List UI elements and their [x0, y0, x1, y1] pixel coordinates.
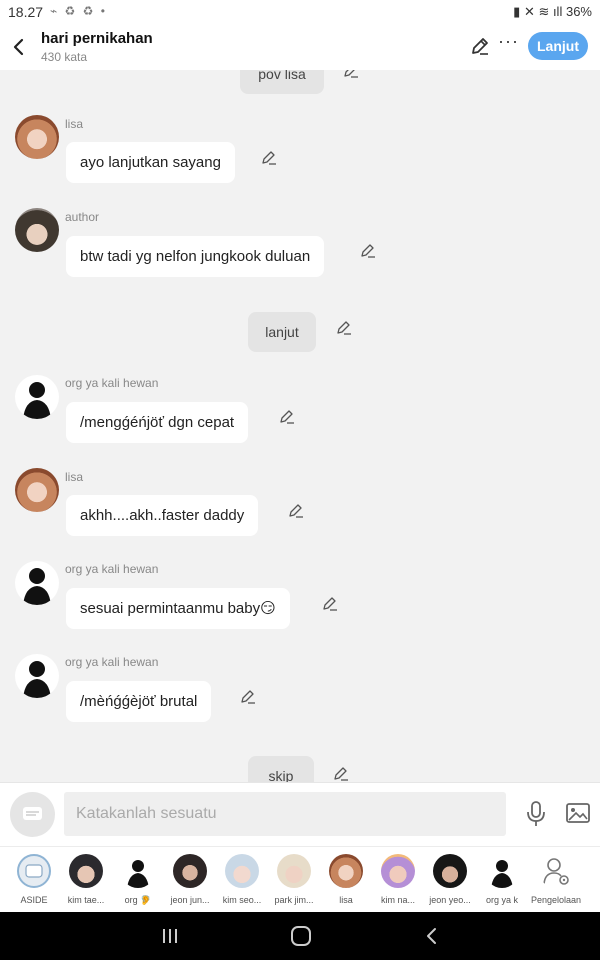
- character-item[interactable]: org ya k: [478, 853, 526, 911]
- message-input[interactable]: Katakanlah sesuatu: [64, 792, 506, 836]
- narration-bubble[interactable]: lanjut: [248, 312, 316, 352]
- message-bubble[interactable]: /mèńǵǵèjöť brutal: [66, 681, 212, 722]
- character-name: author: [65, 210, 100, 224]
- character-avatar: [69, 854, 103, 888]
- character-item[interactable]: kim seo...: [218, 853, 266, 911]
- character-name: lisa: [65, 117, 84, 131]
- character-item[interactable]: park jim...: [270, 853, 318, 911]
- android-navigation-bar: [0, 912, 600, 960]
- edit-message-icon[interactable]: [261, 149, 277, 165]
- edit-message-icon[interactable]: [288, 502, 304, 518]
- character-item[interactable]: org 🦻: [114, 853, 162, 911]
- character-avatar: [485, 854, 519, 888]
- avatar[interactable]: [15, 208, 59, 252]
- narration-bubble[interactable]: skip: [248, 756, 314, 782]
- back-nav-icon[interactable]: [424, 926, 440, 946]
- aside-icon: [17, 854, 51, 888]
- avatar[interactable]: [15, 115, 59, 159]
- avatar[interactable]: [15, 654, 59, 698]
- edit-message-icon[interactable]: [333, 765, 349, 781]
- story-title: hari pernikahan: [41, 30, 153, 47]
- edit-message-icon[interactable]: [279, 408, 295, 424]
- message-bubble[interactable]: btw tadi yg nelfon jungkook duluan: [66, 236, 325, 277]
- character-name: org ya kali hewan: [65, 655, 159, 669]
- character-item[interactable]: kim na...: [374, 853, 422, 911]
- character-item[interactable]: jeon yeo...: [426, 853, 474, 911]
- narration-bubble[interactable]: pov lisa: [240, 70, 324, 94]
- message-input-bar: Katakanlah sesuatu: [0, 782, 600, 846]
- status-time: 18.27: [8, 4, 44, 20]
- edit-message-icon[interactable]: [240, 688, 256, 704]
- continue-button[interactable]: Lanjut: [528, 32, 588, 60]
- message-bubble[interactable]: /mengǵéńjöť dgn cepat: [66, 402, 249, 443]
- character-name: lisa: [65, 470, 84, 484]
- character-avatar: [121, 854, 155, 888]
- message-text: btw tadi yg nelfon jungkook duluan: [80, 248, 311, 265]
- character-avatar: [433, 854, 467, 888]
- edit-message-icon[interactable]: [336, 319, 352, 335]
- edit-message-icon[interactable]: [360, 242, 376, 258]
- chat-area[interactable]: pov lisa lisa ayo lanjutkan sayang autho…: [0, 70, 600, 782]
- character-item[interactable]: lisa: [322, 853, 370, 911]
- home-icon[interactable]: [290, 925, 312, 947]
- character-avatar: [173, 854, 207, 888]
- message-text: ayo lanjutkan sayang: [80, 154, 221, 171]
- character-aside[interactable]: ASIDE: [10, 853, 58, 911]
- character-avatar: [277, 854, 311, 888]
- edit-pencil-icon[interactable]: [470, 36, 490, 56]
- image-icon[interactable]: [566, 802, 590, 824]
- character-item[interactable]: jeon jun...: [166, 853, 214, 911]
- edit-message-icon[interactable]: [322, 595, 338, 611]
- character-label: Pengelolaan: [530, 895, 582, 905]
- avatar[interactable]: [15, 468, 59, 512]
- message-text: akhh....akh..faster daddy: [80, 507, 245, 524]
- narration-text: lanjut: [265, 324, 299, 340]
- character-name: org ya kali hewan: [65, 562, 159, 576]
- recent-apps-icon[interactable]: [160, 926, 180, 946]
- narration-text: skip: [268, 768, 294, 782]
- battery-level: 36%: [565, 4, 592, 19]
- story-header: hari pernikahan 430 kata ··· Lanjut: [0, 26, 600, 70]
- message-bubble[interactable]: ayo lanjutkan sayang: [66, 142, 235, 183]
- word-count: 430 kata: [41, 50, 88, 64]
- message-bubble[interactable]: sesuai permintaanmu baby😏: [66, 588, 290, 629]
- user-settings-icon: [539, 854, 573, 888]
- message-text: sesuai permintaanmu baby😏: [80, 600, 276, 617]
- microphone-icon[interactable]: [524, 800, 548, 828]
- character-item[interactable]: kim tae...: [62, 853, 110, 911]
- aside-toggle-button[interactable]: [10, 792, 55, 837]
- message-text: /mengǵéńjöť dgn cepat: [80, 414, 235, 431]
- character-avatar: [329, 854, 363, 888]
- notification-icons: ⌁ ♻ ♻ •: [50, 4, 107, 18]
- character-name: org ya kali hewan: [65, 376, 159, 390]
- character-avatar: [225, 854, 259, 888]
- message-bubble[interactable]: akhh....akh..faster daddy: [66, 495, 259, 536]
- character-selector: ASIDE kim tae... org 🦻 jeon jun... kim s…: [0, 846, 600, 912]
- status-bar: 18.27 ⌁ ♻ ♻ • ▮ ✕ ≋ ıll 36%: [0, 0, 600, 26]
- narration-text: pov lisa: [258, 70, 306, 82]
- avatar[interactable]: [15, 375, 59, 419]
- status-right: ▮ ✕ ≋ ıll 36%: [513, 4, 592, 20]
- back-arrow-icon[interactable]: [8, 34, 30, 60]
- message-text: /mèńǵǵèjöť brutal: [80, 693, 198, 710]
- edit-message-icon[interactable]: [343, 70, 359, 78]
- character-avatar: [381, 854, 415, 888]
- more-options-icon[interactable]: ···: [498, 31, 519, 52]
- signal-icon: ▮ ✕ ≋ ıll: [513, 4, 563, 19]
- character-manage[interactable]: Pengelolaan: [531, 853, 581, 911]
- avatar[interactable]: [15, 561, 59, 605]
